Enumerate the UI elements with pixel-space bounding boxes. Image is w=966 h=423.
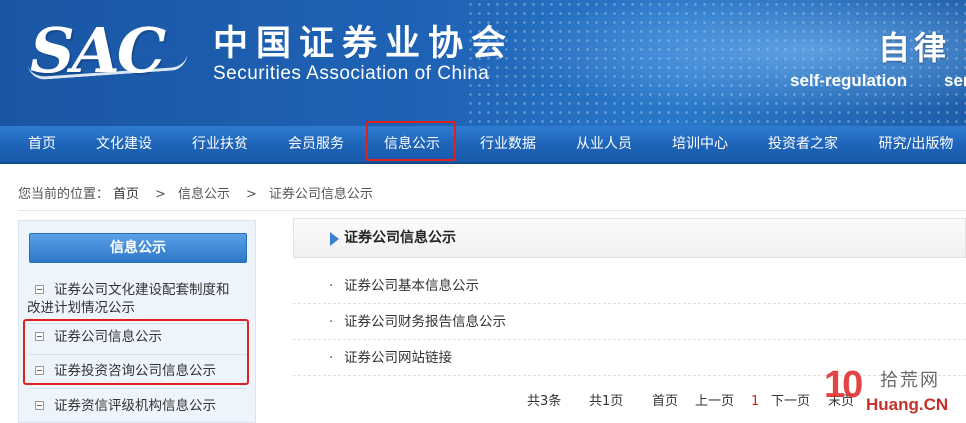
sidebar-item-label: 证券公司文化建设配套制度和 <box>54 282 230 298</box>
bullet-dot: · <box>329 314 334 330</box>
bullet-dot: · <box>329 350 334 366</box>
pager-next-button[interactable]: 下一页 <box>771 391 810 413</box>
section-header: 证券公司信息公示 <box>293 218 966 258</box>
pager-total-pages: 共1页 <box>589 394 624 409</box>
breadcrumb: 您当前的位置： 首页 > 信息公示 > 证券公司信息公示 <box>18 184 377 206</box>
list-item-link[interactable]: 证券公司网站链接 <box>344 340 452 376</box>
site-header: SAC 中国证券业协会 Securities Association of Ch… <box>0 0 966 126</box>
breadcrumb-separator: > <box>155 187 166 202</box>
nav-item-investors[interactable]: 投资者之家 <box>760 126 846 162</box>
sidebar-divider <box>29 388 247 389</box>
breadcrumb-separator: > <box>245 187 257 202</box>
sidebar-item-culture-plan-line2[interactable]: 改进计划情况公示 <box>25 299 251 317</box>
bullet-dot: · <box>329 278 334 294</box>
watermark-logo: 10 <box>824 364 863 406</box>
breadcrumb-home[interactable]: 首页 <box>113 187 139 202</box>
watermark-domain: Huang.CN <box>866 395 949 414</box>
watermark-name: 拾荒网 <box>880 370 940 391</box>
breadcrumb-divider <box>18 210 966 211</box>
sidebar-highlight-box <box>23 319 249 385</box>
list-item[interactable]: · 证券公司网站链接 <box>293 340 966 376</box>
sidebar-item-credit-rating[interactable]: 证券资信评级机构信息公示 <box>25 397 251 415</box>
nav-item-research[interactable]: 研究/出版物 <box>870 126 962 162</box>
collapse-icon <box>35 401 44 410</box>
sidebar-item-culture-plan[interactable]: 证券公司文化建设配套制度和 <box>25 281 251 299</box>
nav-item-poverty[interactable]: 行业扶贫 <box>184 126 256 162</box>
org-name-en: Securities Association of China <box>213 63 490 84</box>
list-item-link[interactable]: 证券公司财务报告信息公示 <box>344 304 506 340</box>
nav-item-culture[interactable]: 文化建设 <box>88 126 160 162</box>
pager-prev-button[interactable]: 上一页 <box>695 391 734 413</box>
sidebar-item-label: 证券资信评级机构信息公示 <box>54 398 216 414</box>
pager-total-records: 共3条 <box>527 394 562 409</box>
list-item-link[interactable]: 证券公司基本信息公示 <box>344 268 479 304</box>
list-item[interactable]: · 证券公司基本信息公示 <box>293 268 966 304</box>
pager-current-page[interactable]: 1 <box>751 391 759 413</box>
org-name-cn: 中国证券业协会 <box>213 24 515 64</box>
sidebar-item-label: 改进计划情况公示 <box>27 300 135 316</box>
pager-first-button[interactable]: 首页 <box>652 391 678 413</box>
breadcrumb-disclosure[interactable]: 信息公示 <box>178 187 230 202</box>
breadcrumb-prefix: 您当前的位置： <box>18 187 110 202</box>
nav-highlight-box <box>366 121 456 161</box>
triangle-right-icon <box>330 232 339 246</box>
list-item[interactable]: · 证券公司财务报告信息公示 <box>293 304 966 340</box>
sidebar-title: 信息公示 <box>29 233 247 263</box>
breadcrumb-current: 证券公司信息公示 <box>268 187 373 202</box>
main-nav: 首页 文化建设 行业扶贫 会员服务 信息公示 行业数据 从业人员 培训中心 投资… <box>0 126 966 164</box>
slogan-en-2: ser <box>944 71 966 90</box>
nav-item-training[interactable]: 培训中心 <box>664 126 736 162</box>
nav-item-practitioners[interactable]: 从业人员 <box>568 126 640 162</box>
slogan-cn: 自律 <box>878 29 951 67</box>
nav-item-home[interactable]: 首页 <box>12 126 72 162</box>
collapse-icon <box>35 285 44 294</box>
nav-item-member[interactable]: 会员服务 <box>280 126 352 162</box>
section-title: 证券公司信息公示 <box>344 230 456 246</box>
slogan-en: self-regulation <box>790 71 908 90</box>
nav-item-data[interactable]: 行业数据 <box>472 126 544 162</box>
